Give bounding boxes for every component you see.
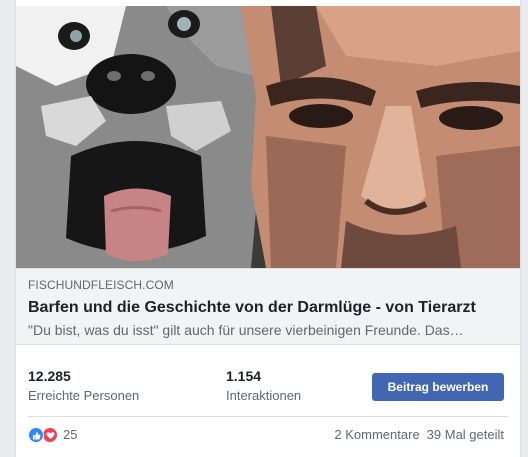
link-description: "Du bist, was du isst" gilt auch für uns… xyxy=(28,322,464,338)
engagement-bar: 25 2 Kommentare 39 Mal geteilt xyxy=(16,417,520,457)
reactions-summary[interactable]: 25 xyxy=(28,427,77,443)
love-icon xyxy=(42,427,58,443)
link-domain: FISCHUNDFLEISCH.COM xyxy=(28,278,174,292)
like-icon xyxy=(28,427,44,443)
link-preview[interactable]: FISCHUNDFLEISCH.COM Barfen und die Gesch… xyxy=(16,6,520,345)
boost-post-button[interactable]: Beitrag bewerben xyxy=(372,373,504,401)
link-meta[interactable]: FISCHUNDFLEISCH.COM Barfen und die Gesch… xyxy=(16,268,520,345)
post-card: FISCHUNDFLEISCH.COM Barfen und die Gesch… xyxy=(15,0,521,457)
reach-stat[interactable]: 12.285 Erreichte Personen xyxy=(28,368,139,404)
interactions-label: Interaktionen xyxy=(226,388,302,403)
interactions-stat[interactable]: 1.154 Interaktionen xyxy=(226,368,301,404)
engagement-counts: 2 Kommentare 39 Mal geteilt xyxy=(334,427,504,443)
dog-and-man-illustration xyxy=(16,6,520,268)
shares-count-link[interactable]: 39 Mal geteilt xyxy=(427,427,504,443)
link-preview-image[interactable] xyxy=(16,6,520,268)
comments-count-link[interactable]: 2 Kommentare xyxy=(334,427,419,443)
link-title[interactable]: Barfen und die Geschichte von der Darmlü… xyxy=(28,297,508,318)
reach-value: 12.285 xyxy=(28,368,71,384)
reactions-count: 25 xyxy=(63,427,78,442)
post-insights: 12.285 Erreichte Personen 1.154 Interakt… xyxy=(16,356,520,416)
interactions-value: 1.154 xyxy=(226,368,262,384)
reach-label: Erreichte Personen xyxy=(28,388,140,403)
